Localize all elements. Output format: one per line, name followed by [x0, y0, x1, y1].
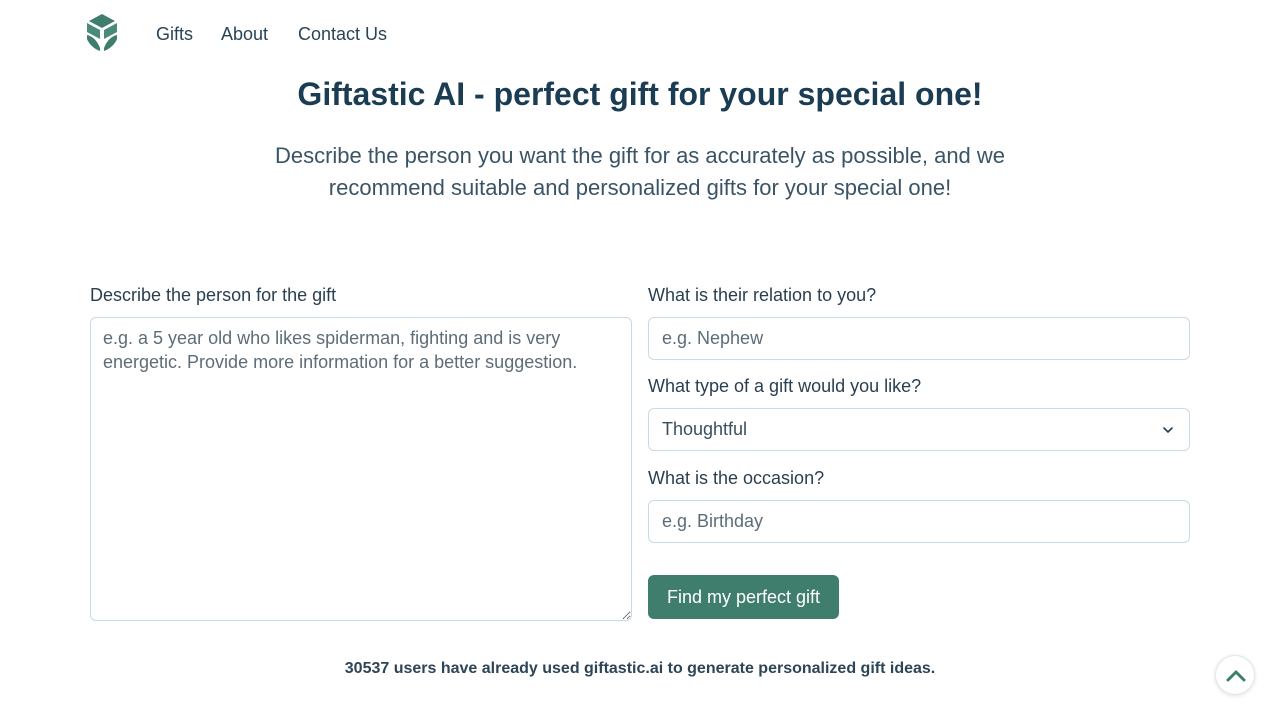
chevron-down-icon: [1163, 427, 1173, 433]
users-count-text: 30537 users have already used giftastic.…: [344, 660, 936, 677]
page-subtitle: Describe the person you want the gift fo…: [274, 143, 1006, 200]
gift-type-label: What type of a gift would you like?: [648, 376, 922, 396]
nav-link-contact-us[interactable]: Contact Us: [298, 24, 387, 45]
occasion-input[interactable]: [648, 500, 1190, 543]
gift-type-select[interactable]: Thoughtful: [648, 408, 1190, 451]
description-label: Describe the person for the gift: [90, 285, 337, 305]
find-gift-button[interactable]: Find my perfect gift: [648, 575, 839, 619]
gift-type-selected-value: Thoughtful: [662, 419, 748, 439]
page-title: Giftastic AI - perfect gift for your spe…: [297, 76, 983, 112]
description-textarea[interactable]: [90, 317, 632, 621]
chevron-up-icon: [1226, 670, 1246, 682]
nav-link-gifts[interactable]: Gifts: [156, 24, 193, 45]
relation-input[interactable]: [648, 317, 1190, 360]
top-nav: Gifts About Contact Us: [0, 0, 1280, 70]
nav-link-about[interactable]: About: [221, 24, 268, 45]
gift-box-logo-icon[interactable]: [84, 12, 120, 52]
relation-label: What is their relation to you?: [648, 285, 877, 305]
scroll-to-top-button[interactable]: [1215, 655, 1255, 695]
occasion-label: What is the occasion?: [648, 468, 825, 488]
